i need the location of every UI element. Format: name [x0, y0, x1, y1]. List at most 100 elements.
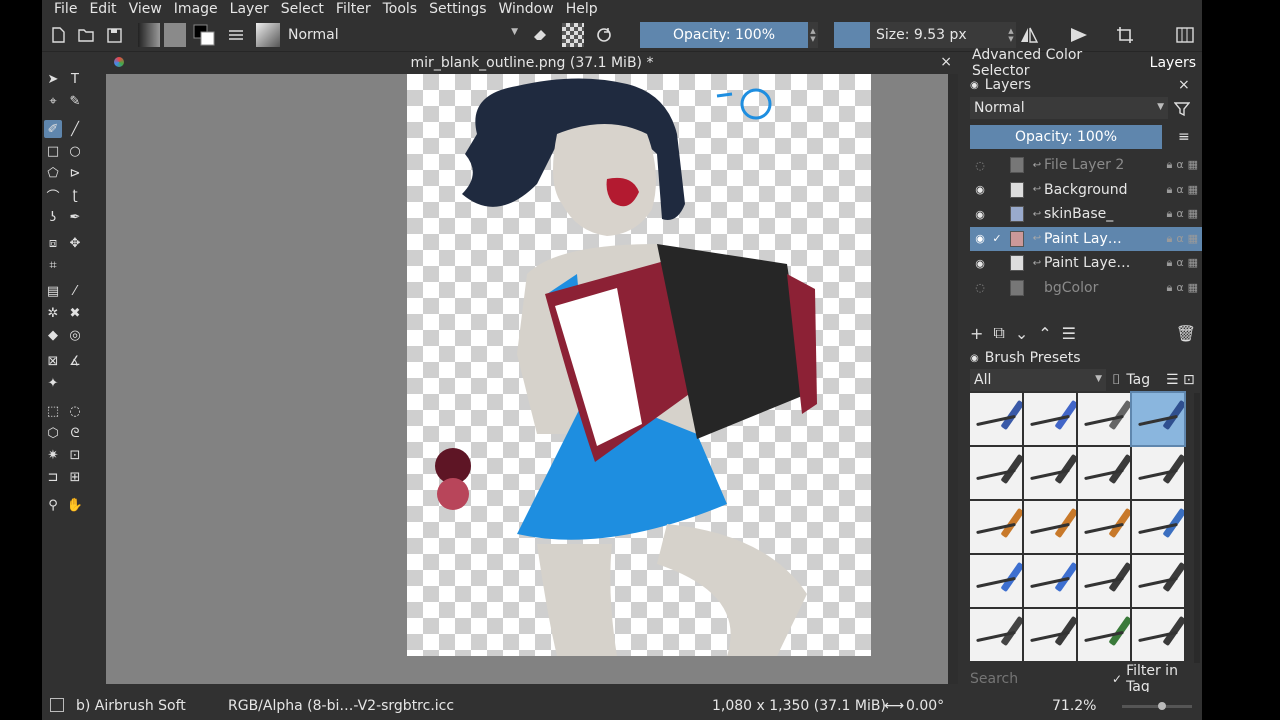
menu-window[interactable]: Window	[493, 0, 560, 18]
fill-tool-icon[interactable]: ◆	[44, 326, 62, 344]
pan-tool-icon[interactable]: ✋	[66, 496, 84, 514]
calligraphy-icon[interactable]: ✎	[66, 92, 84, 110]
layer-blend-select[interactable]: Normal ▼	[970, 97, 1168, 119]
gradient-swatch-icon[interactable]	[138, 23, 160, 47]
trash-icon[interactable]: 🗑︎	[1176, 324, 1196, 343]
brush-preset[interactable]	[970, 609, 1022, 661]
brush-preset-thumb-icon[interactable]	[256, 23, 280, 47]
menu-view[interactable]: View	[123, 0, 168, 18]
brush-preset[interactable]	[970, 393, 1022, 445]
layer-row[interactable]: ◌ ↩ File Layer 2 🔒︎ α ▦	[970, 153, 1202, 178]
text-tool-icon[interactable]: T	[66, 70, 84, 88]
zoom-tool-icon[interactable]: ⚲	[44, 496, 62, 514]
brush-preset[interactable]	[1024, 393, 1076, 445]
canvas-viewport[interactable]	[106, 74, 958, 684]
panel-float-icon[interactable]: ◉	[970, 80, 979, 91]
ellipse-select-icon[interactable]: ◌	[66, 402, 84, 420]
brush-preview-icon[interactable]	[50, 698, 64, 712]
filter-icon[interactable]	[1174, 99, 1190, 119]
menu-tools[interactable]: Tools	[377, 0, 424, 18]
alpha-icon[interactable]: α	[1176, 207, 1183, 221]
similar-select-icon[interactable]: ⊡	[66, 446, 84, 464]
document-canvas[interactable]	[407, 74, 871, 656]
panel-close-icon[interactable]: ×	[1178, 75, 1190, 95]
eye-icon[interactable]: ◉	[970, 183, 990, 196]
assistant-tool-icon[interactable]: ⊠	[44, 352, 62, 370]
line-tool-icon[interactable]: ╱	[66, 120, 84, 138]
color-swatch-icon[interactable]	[192, 23, 216, 47]
eye-icon[interactable]: ◌	[970, 159, 990, 172]
status-color-space[interactable]: RGB/Alpha (8-bi…-V2-srgbtrc.icc	[228, 698, 454, 714]
brush-preset[interactable]	[1132, 555, 1184, 607]
menu-edit[interactable]: Edit	[83, 0, 122, 18]
opacity-spin-icon[interactable]: ▲ ▼	[808, 22, 818, 48]
edit-shapes-icon[interactable]: ⌖	[44, 92, 62, 110]
bezier-tool-icon[interactable]: ⌒	[44, 186, 62, 205]
inherit-alpha-icon[interactable]: ▦	[1188, 281, 1198, 295]
color-picker-icon[interactable]: ⁄	[66, 282, 84, 300]
eraser-icon[interactable]	[530, 23, 550, 47]
brush-preset[interactable]	[1024, 609, 1076, 661]
layer-row-selected[interactable]: ◉ ✓ ↩ Paint Lay… 🔒︎ α ▦	[970, 226, 1202, 251]
wrap-around-icon[interactable]	[1114, 23, 1136, 47]
brush-preset[interactable]	[1078, 609, 1130, 661]
menu-help[interactable]: Help	[560, 0, 604, 18]
brush-search-input[interactable]	[970, 669, 1102, 689]
duplicate-layer-icon[interactable]: ⧉	[993, 323, 1004, 343]
mirror-vertical-icon[interactable]	[1068, 23, 1090, 47]
brush-preset[interactable]	[1132, 447, 1184, 499]
blend-mode-select[interactable]: Normal ▼	[284, 23, 522, 47]
menu-filter[interactable]: Filter	[330, 0, 377, 18]
status-zoom[interactable]: 71.2%	[1052, 698, 1096, 714]
layer-status-icons[interactable]: 🔒︎ α ▦	[1166, 232, 1202, 246]
lock-icon[interactable]: 🔒︎	[1166, 232, 1172, 246]
alpha-icon[interactable]: α	[1176, 158, 1183, 172]
layer-row[interactable]: ◌ bgColor 🔒︎ α ▦	[970, 276, 1202, 301]
inherit-alpha-icon[interactable]: ▦	[1188, 256, 1198, 270]
brush-preset-selected[interactable]	[1130, 391, 1186, 447]
open-icon[interactable]	[76, 23, 96, 47]
lock-icon[interactable]: 🔒︎	[1166, 183, 1172, 197]
crop-tool-icon[interactable]: ⧈	[44, 234, 62, 252]
list-view-icon[interactable]: ☰ ⊡	[1166, 370, 1195, 390]
menu-layer[interactable]: Layer	[224, 0, 275, 18]
brush-preset[interactable]	[1078, 555, 1130, 607]
layer-row[interactable]: ◉ ↩ Background 🔒︎ α ▦	[970, 178, 1202, 203]
layer-row[interactable]: ◉ ↩ Paint Laye… 🔒︎ α ▦	[970, 251, 1202, 276]
ellipse-tool-icon[interactable]: ○	[66, 142, 84, 160]
brush-preset[interactable]	[1024, 501, 1076, 553]
alpha-lock-icon[interactable]	[562, 23, 584, 47]
inherit-alpha-icon[interactable]: ▦	[1188, 183, 1198, 197]
brush-preset[interactable]	[1132, 501, 1184, 553]
lock-icon[interactable]: 🔒︎	[1166, 281, 1172, 295]
status-rotation[interactable]: 0.00°	[906, 698, 944, 714]
opacity-slider[interactable]: Opacity: 100%	[640, 22, 808, 48]
mirror-horizontal-icon[interactable]	[1018, 23, 1040, 47]
save-icon[interactable]	[104, 23, 124, 47]
freehand-select-icon[interactable]: ᘓ	[66, 424, 84, 442]
tab-layers[interactable]: Layers	[1144, 55, 1202, 71]
check-icon[interactable]: ✓	[990, 232, 1004, 245]
smart-patch-icon[interactable]: ✲	[44, 304, 62, 322]
colorize-mask-icon[interactable]: ✖	[66, 304, 84, 322]
magic-wand-icon[interactable]: ✷	[44, 446, 62, 464]
brush-grid-scrollbar[interactable]	[1194, 393, 1200, 663]
filter-in-tag-checkbox[interactable]: ✓	[1112, 672, 1122, 686]
layer-status-icons[interactable]: 🔒︎ α ▦	[1166, 256, 1202, 270]
inherit-alpha-icon[interactable]: ▦	[1188, 232, 1198, 246]
rectangle-tool-icon[interactable]: □	[44, 142, 62, 160]
workspace-icon[interactable]	[1174, 23, 1196, 47]
canvas-scrollbar[interactable]	[948, 74, 958, 684]
polygon-tool-icon[interactable]: ⬠	[44, 164, 62, 182]
layer-status-icons[interactable]: 🔒︎ α ▦	[1166, 183, 1202, 197]
rotate-icon[interactable]	[594, 23, 614, 47]
brush-preset[interactable]	[1024, 555, 1076, 607]
tag-button[interactable]: ⌷ Tag	[1112, 370, 1150, 390]
move-tool-icon[interactable]: ✥	[66, 234, 84, 252]
rotation-icon[interactable]: ⟷	[884, 698, 904, 714]
move-up-icon[interactable]: ⌃	[1038, 324, 1051, 343]
dynamic-brush-icon[interactable]: ʖ	[44, 208, 62, 226]
add-layer-icon[interactable]: +	[970, 324, 983, 343]
layer-opacity-slider[interactable]: Opacity: 100%	[970, 125, 1162, 149]
reference-tool-icon[interactable]: ✦	[44, 374, 62, 392]
